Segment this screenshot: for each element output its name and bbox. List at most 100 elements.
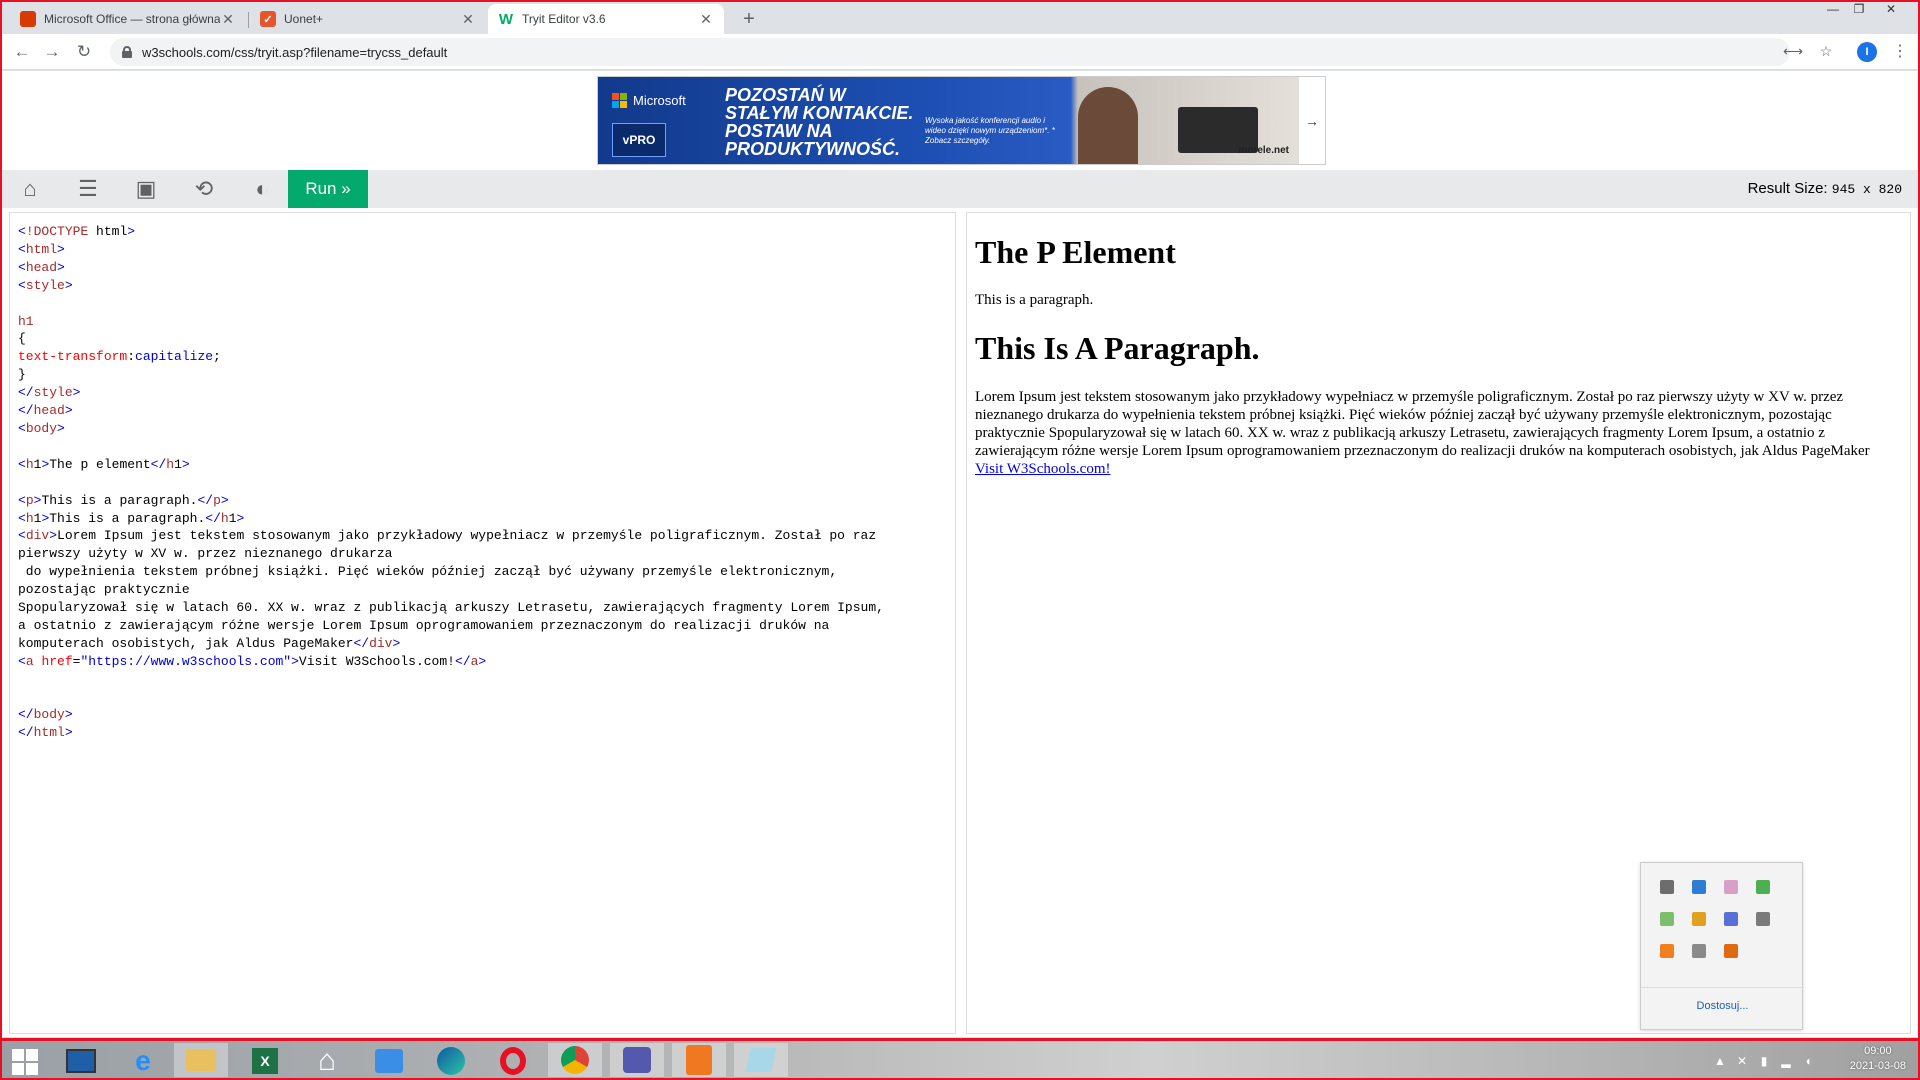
code-editor[interactable]: <!DOCTYPE html> <html> <head> <style> h1 {te… (9, 212, 956, 1034)
restore-icon[interactable]: ❐ (1846, 0, 1872, 20)
new-tab-button[interactable]: + (736, 6, 762, 32)
address-bar[interactable]: w3schools.com/css/tryit.asp?filename=try… (110, 38, 1790, 66)
result-heading-2: This is a paragraph. (975, 330, 1260, 366)
microsoft-logo: Microsoft (612, 93, 686, 108)
reload-icon[interactable]: ↻ (72, 40, 96, 64)
vpro-badge: vPRO (612, 123, 666, 157)
volume-icon[interactable]: ◖ (1800, 1053, 1816, 1069)
tab-microsoft-office[interactable]: Microsoft Office — strona główna ✕ (10, 4, 249, 34)
profile-avatar[interactable]: I (1857, 42, 1877, 62)
chrome-icon[interactable] (548, 1043, 602, 1079)
web-page: Microsoft vPRO POZOSTAŃ W STAŁYM KONTAKC… (2, 71, 1918, 1037)
teams-icon[interactable] (610, 1043, 664, 1079)
code-line: pierwszy użyty w XV w. przez nieznanego … (18, 546, 393, 562)
advertisement-banner[interactable]: Microsoft vPRO POZOSTAŃ W STAŁYM KONTAKC… (597, 76, 1326, 165)
code-line: pozostając praktycznie (18, 582, 190, 598)
ad-person-image (1078, 87, 1138, 164)
code-line: } (18, 367, 26, 383)
clock-date: 2021-03-08 (1849, 1060, 1906, 1072)
code-line: </body> (18, 707, 73, 723)
tray-app-icon[interactable] (1715, 903, 1747, 935)
tray-app-icon[interactable] (1683, 871, 1715, 903)
tray-app-icon[interactable] (1715, 935, 1747, 967)
show-hidden-icons-icon[interactable]: ▲ (1712, 1053, 1728, 1069)
code-line: <h1>This is a paragraph.</h1> (18, 510, 245, 526)
result-heading-1: the p element (975, 234, 1176, 270)
lock-icon (122, 46, 132, 58)
translate-icon[interactable]: ⟷ (1782, 40, 1804, 62)
battery-icon[interactable]: ▮ (1756, 1053, 1772, 1069)
bookmark-star-icon[interactable]: ☆ (1815, 40, 1837, 62)
code-line: <a href="https://www.w3schools.com">Visi… (18, 653, 487, 669)
opera-icon[interactable] (486, 1043, 540, 1079)
code-line: Spopularyzował się w latach 60. XX w. wr… (18, 600, 884, 616)
tray-app-icon[interactable] (1747, 871, 1779, 903)
lenovo-icon[interactable] (54, 1043, 108, 1079)
tray-icon-grid (1641, 863, 1802, 975)
code-line: <style> (18, 277, 73, 293)
tray-app-icon[interactable] (1683, 903, 1715, 935)
back-icon[interactable]: ← (10, 40, 34, 64)
home-app-icon[interactable]: ⌂ (300, 1043, 354, 1079)
network-status-icon[interactable]: ✕ (1734, 1053, 1750, 1069)
explorer-icon[interactable] (174, 1043, 228, 1079)
code-line: a ostatnio z zawierającym różne wersje L… (18, 617, 830, 633)
save-icon[interactable]: ▣ (128, 174, 164, 204)
tray-app-icon[interactable] (1747, 903, 1779, 935)
result-link[interactable]: Visit W3Schools.com! (975, 461, 1110, 477)
result-paragraph: This is a paragraph. (975, 292, 1094, 308)
code-line: </head> (18, 403, 73, 419)
forward-icon[interactable]: → (40, 40, 64, 64)
tray-app-icon[interactable] (1683, 935, 1715, 967)
windows-start-icon[interactable] (6, 1045, 44, 1079)
tray-app-icon[interactable] (1651, 903, 1683, 935)
ad-small-text: Wysoka jakość konferencji audio i wideo … (925, 116, 1055, 145)
mail-icon[interactable] (362, 1043, 416, 1079)
ad-shop-logo: morele.net (1238, 145, 1289, 156)
system-clock[interactable]: 09:00 2021-03-08 (1850, 1044, 1906, 1074)
close-icon[interactable]: ✕ (460, 11, 476, 27)
menu-dots-icon[interactable]: ⋮ (1890, 40, 1910, 64)
tab-strip: Microsoft Office — strona główna ✕ ✓ Uon… (0, 0, 1920, 34)
code-line: <html> (18, 241, 65, 257)
pdf-icon[interactable] (672, 1043, 726, 1079)
tray-app-icon[interactable] (1715, 871, 1747, 903)
code-line: do wypełnienia tekstem próbnej książki. … (18, 564, 838, 580)
tray-app-icon[interactable] (1651, 935, 1683, 967)
taskbar: e X ⌂ ▲ ✕ ▮ ▂ ◖ 09:00 2021-03-08 (0, 1038, 1920, 1080)
tab-uonet[interactable]: ✓ Uonet+ ✕ (250, 4, 486, 34)
tray-overflow-popup: Dostosuj... (1640, 862, 1804, 1030)
tray-app-icon[interactable] (1651, 871, 1683, 903)
tab-title: Uonet+ (284, 12, 324, 26)
notepad-icon[interactable] (734, 1043, 788, 1079)
result-size: Result Size: 945 x 820 (1748, 180, 1902, 197)
code-line: { (18, 331, 26, 347)
tab-tryit-editor[interactable]: W Tryit Editor v3.6 ✕ (488, 4, 724, 34)
edge-icon[interactable] (424, 1043, 478, 1079)
w3schools-icon: W (498, 10, 514, 28)
code-line: </style> (18, 385, 81, 401)
clock-time: 09:00 (1864, 1045, 1892, 1057)
minimize-icon[interactable]: — (1820, 0, 1846, 20)
ad-arrow-icon[interactable]: → (1299, 77, 1325, 164)
menu-icon[interactable]: ☰ (70, 174, 106, 204)
code-line: <!DOCTYPE html> (18, 224, 136, 239)
close-icon[interactable]: ✕ (220, 11, 236, 27)
theme-toggle-icon[interactable]: ◐ (244, 174, 280, 204)
code-line: <h1>The p element</h1> (18, 456, 190, 472)
ie-icon[interactable]: e (116, 1043, 170, 1079)
window-close-icon[interactable]: ✕ (1878, 0, 1904, 20)
home-icon[interactable]: ⌂ (12, 174, 48, 204)
microsoft-logo-icon (612, 93, 627, 108)
signal-icon[interactable]: ▂ (1778, 1053, 1794, 1069)
rotate-icon[interactable]: ⟲ (186, 174, 222, 204)
excel-icon[interactable]: X (238, 1043, 292, 1079)
close-icon[interactable]: ✕ (698, 11, 714, 27)
run-button[interactable]: Run » (288, 170, 368, 208)
ad-brand: Microsoft (633, 93, 686, 108)
customize-link[interactable]: Dostosuj... (1641, 987, 1804, 1025)
